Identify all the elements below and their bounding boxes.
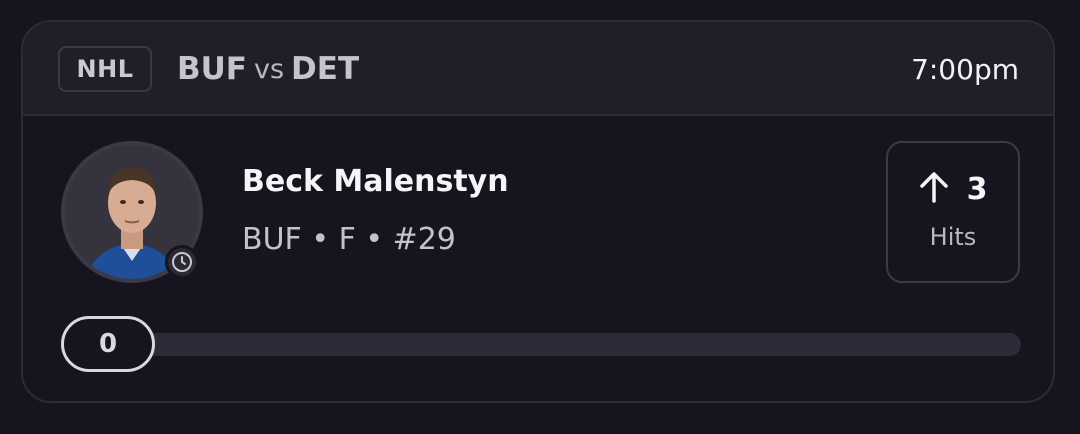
progress-current-label: 0 [98,329,118,359]
arrow-up-icon [919,171,949,207]
progress-track [61,333,1021,356]
stat-label: Hits [929,223,977,251]
matchup: BUF vs DET [177,46,359,92]
stat-target-box[interactable]: 3 Hits [886,141,1020,283]
stat-value: 3 [966,171,988,207]
home-team: BUF [177,51,247,87]
prop-card[interactable]: NHL BUF vs DET 7:00pm Beck Malenstyn BUF… [21,20,1055,403]
clock-icon [165,245,199,279]
game-time: 7:00pm [911,52,1019,86]
stat-top: 3 [888,171,1018,207]
league-label: NHL [76,55,134,83]
card-header: NHL BUF vs DET 7:00pm [23,22,1053,116]
player-avatar[interactable] [61,141,203,283]
away-team: DET [291,51,360,87]
progress-current: 0 [61,316,155,372]
player-meta: BUF • F • #29 [242,222,456,257]
league-badge: NHL [58,46,152,92]
vs-label: vs [253,53,285,85]
player-name[interactable]: Beck Malenstyn [242,164,509,199]
